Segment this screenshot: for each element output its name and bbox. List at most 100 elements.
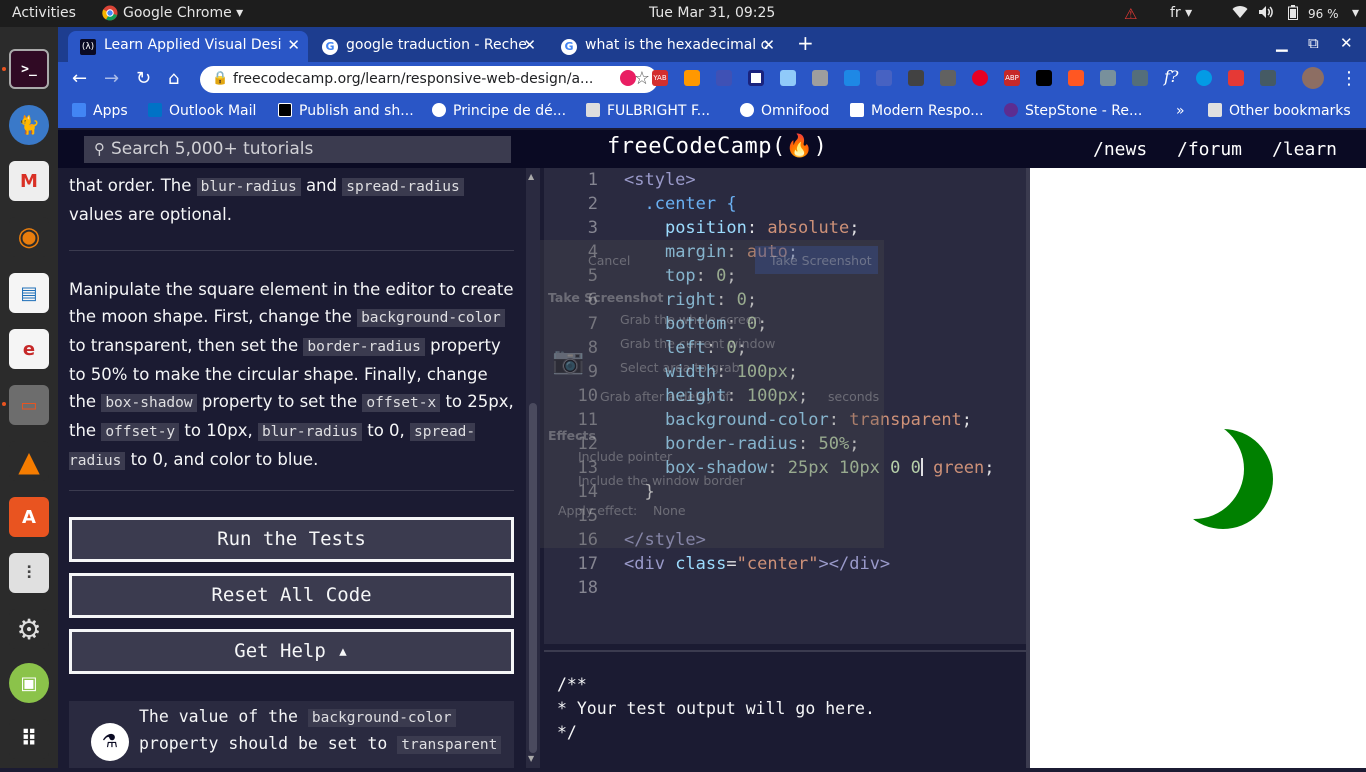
- extension-red-icon[interactable]: [1068, 70, 1084, 86]
- app-menu[interactable]: Google Chrome ▾: [123, 5, 243, 21]
- close-tab-icon[interactable]: ✕: [287, 36, 300, 54]
- get-help-button[interactable]: Get Help ▴: [69, 629, 514, 674]
- settings-icon[interactable]: ⚙: [9, 609, 49, 649]
- fcc-logo[interactable]: freeCodeCamp(🔥): [607, 134, 827, 159]
- tab-learn-applied-visual[interactable]: (λ) Learn Applied Visual Desi ✕: [68, 31, 308, 62]
- bookmark-outlook[interactable]: Outlook Mail: [148, 103, 256, 119]
- dialog-delay-unit: seconds: [828, 389, 880, 404]
- extension-color-icon[interactable]: [620, 70, 636, 86]
- gmail-icon[interactable]: M: [9, 161, 49, 201]
- dialog-cancel-button[interactable]: Cancel: [588, 253, 630, 268]
- bookmark-stepstone[interactable]: StepStone - Re...: [1004, 103, 1142, 119]
- terminal-icon[interactable]: >_: [9, 49, 49, 89]
- updater-icon[interactable]: ▣: [9, 663, 49, 703]
- extension-formula-icon[interactable]: f?: [1164, 67, 1180, 86]
- run-tests-button[interactable]: Run the Tests: [69, 517, 514, 562]
- extension-dark-icon[interactable]: [908, 70, 924, 86]
- address-bar[interactable]: 🔒 freecodecamp.org/learn/responsive-web-…: [200, 66, 658, 93]
- test-description: The value of the background-color proper…: [139, 704, 504, 758]
- maximize-icon[interactable]: ⧉: [1308, 34, 1319, 52]
- close-window-icon[interactable]: ✕: [1340, 34, 1353, 52]
- scroll-down-icon[interactable]: ▼: [528, 754, 534, 763]
- extension-square-icon[interactable]: [748, 70, 764, 86]
- dialog-take-screenshot-button[interactable]: Take Screenshot: [770, 253, 872, 268]
- extension-triangle-icon[interactable]: [1132, 70, 1148, 86]
- nav-learn[interactable]: /learn: [1272, 139, 1337, 160]
- lock-icon[interactable]: 🔒: [212, 71, 228, 86]
- close-tab-icon[interactable]: ✕: [523, 36, 536, 54]
- extension-pen-icon[interactable]: [780, 70, 796, 86]
- close-tab-icon[interactable]: ✕: [762, 36, 775, 54]
- back-icon[interactable]: ←: [72, 68, 87, 89]
- dialog-include-border[interactable]: Include the window border: [578, 473, 745, 488]
- document-viewer-icon[interactable]: ▤: [9, 273, 49, 313]
- nav-forum[interactable]: /forum: [1177, 139, 1242, 160]
- reload-icon[interactable]: ↻: [136, 68, 151, 89]
- more-bookmarks-button[interactable]: »: [1176, 103, 1185, 119]
- adblock-icon[interactable]: ABP: [1004, 70, 1020, 86]
- screenshot-extension-icon[interactable]: [1260, 70, 1276, 86]
- bookmark-modern-responsive[interactable]: Modern Respo...: [850, 103, 984, 119]
- extension-yab-icon[interactable]: YAB: [652, 70, 668, 86]
- vlc-icon[interactable]: ▲: [9, 441, 49, 481]
- scrollbar-thumb[interactable]: [529, 403, 537, 753]
- battery-icon[interactable]: [1288, 5, 1298, 24]
- flask-icon: ⚗: [91, 723, 129, 761]
- new-tab-button[interactable]: +: [797, 31, 814, 55]
- bookmark-fulbright[interactable]: FULBRIGHT F...: [586, 103, 710, 119]
- bookmark-omnifood[interactable]: Omnifood: [740, 103, 829, 119]
- extension-percent-icon[interactable]: [1228, 70, 1244, 86]
- bookmark-apps[interactable]: Apps: [72, 103, 128, 119]
- tab-google-traduction[interactable]: G google traduction - Reche ✕: [310, 31, 544, 62]
- extension-ruler-icon[interactable]: [1100, 70, 1116, 86]
- pinterest-icon[interactable]: [972, 70, 988, 86]
- wifi-icon[interactable]: [1232, 5, 1248, 23]
- dialog-effect-select[interactable]: None: [653, 503, 686, 518]
- volume-icon[interactable]: [1258, 5, 1274, 23]
- extension-orange-icon[interactable]: [684, 70, 700, 86]
- file-manager-icon[interactable]: ▭: [9, 385, 49, 425]
- download-icon[interactable]: [844, 70, 860, 86]
- bookmark-principe[interactable]: Principe de dé...: [432, 103, 566, 119]
- nav-news[interactable]: /news: [1093, 139, 1147, 160]
- search-input[interactable]: ⚲ Search 5,000+ tutorials: [84, 136, 511, 163]
- dialog-include-pointer[interactable]: Include pointer: [578, 449, 672, 464]
- code-line: position: absolute;: [664, 218, 860, 238]
- extension-eye-icon[interactable]: [1196, 70, 1212, 86]
- scroll-up-icon[interactable]: ▲: [528, 172, 534, 181]
- dialog-option[interactable]: Grab the current window: [620, 336, 775, 351]
- launcher-dock: >_ 🐈 M ◉ ▤ e ▭ ▲ A ⫶ ⚙ ▣ ⠿: [0, 27, 58, 768]
- blender-icon[interactable]: ◉: [9, 217, 49, 257]
- power-menu-icon[interactable]: ▾: [1352, 5, 1359, 21]
- extension-css-icon[interactable]: [876, 70, 892, 86]
- forward-icon[interactable]: →: [104, 68, 119, 89]
- tab-hexadecimal[interactable]: G what is the hexadecimal c ✕: [549, 31, 783, 62]
- dialog-option[interactable]: Select area to grab: [620, 360, 740, 375]
- url-text[interactable]: freecodecamp.org/learn/responsive-web-de…: [233, 71, 593, 87]
- extension-screen-icon[interactable]: [716, 70, 732, 86]
- dialog-option[interactable]: Grab the whole screen: [620, 312, 761, 327]
- language-indicator[interactable]: fr ▾: [1170, 5, 1192, 21]
- extension-hat-icon[interactable]: [812, 70, 828, 86]
- home-icon[interactable]: ⌂: [168, 68, 179, 89]
- extension-black-icon[interactable]: [1036, 70, 1052, 86]
- cat-icon[interactable]: 🐈: [9, 105, 49, 145]
- system-monitor-icon[interactable]: ⫶: [9, 553, 49, 593]
- show-apps-icon[interactable]: ⠿: [9, 719, 49, 759]
- profile-avatar[interactable]: [1302, 67, 1324, 89]
- instructions-scrollbar[interactable]: ▲ ▼: [526, 168, 540, 768]
- activities-button[interactable]: Activities: [12, 5, 76, 21]
- bookmark-publish[interactable]: Publish and sh...: [278, 103, 414, 119]
- reset-code-button[interactable]: Reset All Code: [69, 573, 514, 618]
- bookmark-star-icon[interactable]: ☆: [634, 68, 650, 89]
- clock[interactable]: Tue Mar 31, 09:25: [649, 5, 775, 21]
- software-center-icon[interactable]: A: [9, 497, 49, 537]
- minimize-icon[interactable]: ▁: [1276, 34, 1288, 52]
- warning-icon[interactable]: ⚠: [1124, 5, 1137, 23]
- battery-percent: 96 %: [1308, 7, 1339, 21]
- chrome-menu-icon[interactable]: ⋮: [1340, 68, 1358, 89]
- pdf-reader-icon[interactable]: e: [9, 329, 49, 369]
- other-bookmarks-folder[interactable]: Other bookmarks: [1208, 103, 1351, 119]
- extension-person-icon[interactable]: [940, 70, 956, 86]
- google-favicon-icon: G: [561, 39, 577, 55]
